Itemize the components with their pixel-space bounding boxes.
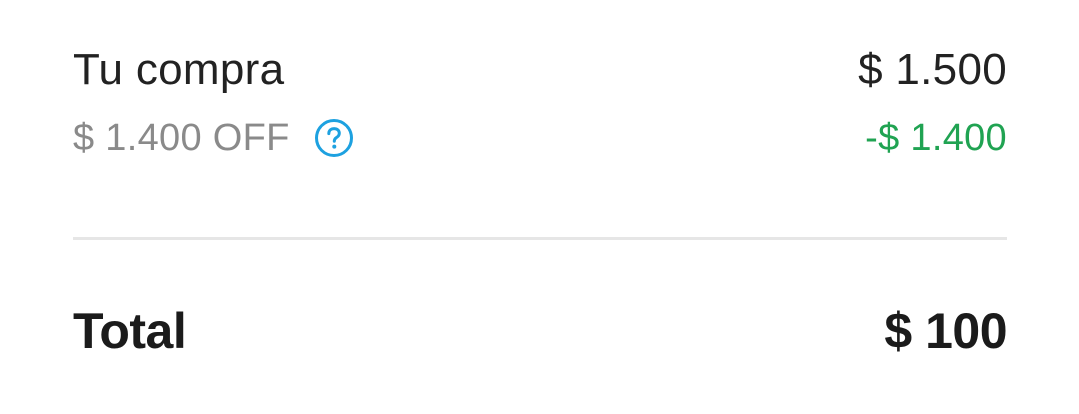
- divider: [73, 237, 1007, 240]
- discount-label-group: $ 1.400 OFF: [73, 117, 354, 160]
- order-summary: Tu compra $ 1.500 $ 1.400 OFF -$ 1.400 T…: [0, 0, 1079, 414]
- purchase-row: Tu compra $ 1.500: [73, 44, 1007, 96]
- purchase-label: Tu compra: [73, 45, 285, 94]
- total-amount: $ 100: [884, 303, 1007, 359]
- help-question-icon[interactable]: [314, 118, 354, 158]
- discount-label: $ 1.400 OFF: [73, 116, 290, 159]
- purchase-amount: $ 1.500: [858, 45, 1007, 94]
- discount-row: $ 1.400 OFF -$ 1.400: [73, 114, 1007, 162]
- discount-amount: -$ 1.400: [865, 116, 1007, 159]
- total-label: Total: [73, 303, 187, 359]
- total-row: Total $ 100: [73, 300, 1007, 362]
